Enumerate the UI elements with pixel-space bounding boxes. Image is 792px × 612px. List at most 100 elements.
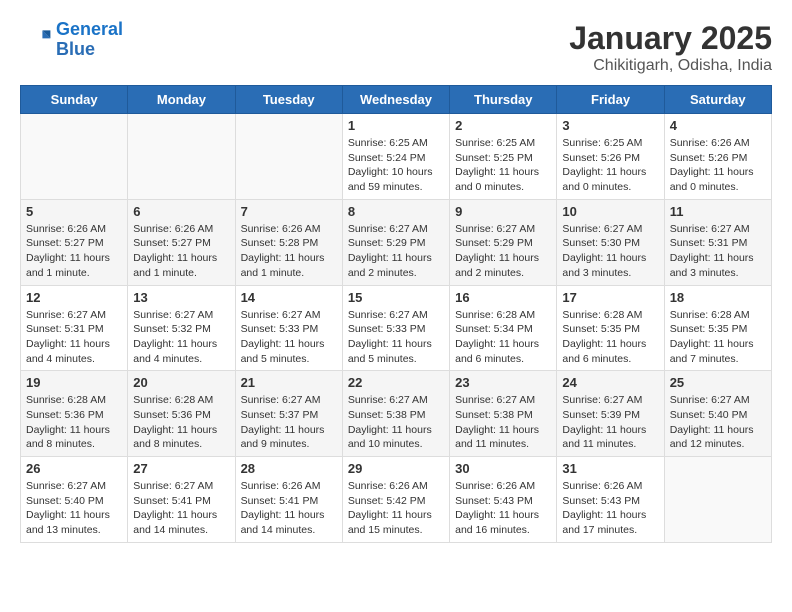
weekday-header-thursday: Thursday (450, 86, 557, 114)
day-number: 30 (455, 461, 551, 476)
week-row-1: 1 Sunrise: 6:25 AMSunset: 5:24 PMDaylight… (21, 114, 772, 200)
day-number: 13 (133, 290, 229, 305)
calendar-cell: 18 Sunrise: 6:28 AMSunset: 5:35 PMDayligh… (664, 285, 771, 371)
calendar-cell: 8Sunrise: 6:27 AMSunset: 5:29 PMDaylight… (342, 199, 449, 285)
day-number: 8 (348, 204, 444, 219)
week-row-5: 26 Sunrise: 6:27 AMSunset: 5:40 PMDayligh… (21, 457, 772, 543)
day-number: 18 (670, 290, 766, 305)
cell-info: Sunrise: 6:26 AMSunset: 5:41 PMDaylight:… (241, 479, 337, 538)
calendar-cell (21, 114, 128, 200)
calendar-cell: 15 Sunrise: 6:27 AMSunset: 5:33 PMDayligh… (342, 285, 449, 371)
calendar-cell: 29 Sunrise: 6:26 AMSunset: 5:42 PMDayligh… (342, 457, 449, 543)
day-number: 2 (455, 118, 551, 133)
calendar-cell: 5Sunrise: 6:26 AMSunset: 5:27 PMDaylight… (21, 199, 128, 285)
cell-info: Sunrise: 6:26 AMSunset: 5:27 PMDaylight:… (26, 222, 122, 281)
week-row-3: 12Sunrise: 6:27 AMSunset: 5:31 PMDayligh… (21, 285, 772, 371)
day-number: 26 (26, 461, 122, 476)
day-number: 25 (670, 375, 766, 390)
calendar-cell: 14 Sunrise: 6:27 AMSunset: 5:33 PMDayligh… (235, 285, 342, 371)
calendar-cell: 17 Sunrise: 6:28 AMSunset: 5:35 PMDayligh… (557, 285, 664, 371)
logo: General Blue (20, 20, 123, 60)
calendar-cell: 24Sunrise: 6:27 AMSunset: 5:39 PMDayligh… (557, 371, 664, 457)
day-number: 12 (26, 290, 122, 305)
day-number: 14 (241, 290, 337, 305)
weekday-header-friday: Friday (557, 86, 664, 114)
cell-info: Sunrise: 6:25 AMSunset: 5:26 PMDaylight:… (562, 136, 658, 195)
calendar-cell: 16Sunrise: 6:28 AMSunset: 5:34 PMDayligh… (450, 285, 557, 371)
weekday-header-tuesday: Tuesday (235, 86, 342, 114)
calendar-cell: 12Sunrise: 6:27 AMSunset: 5:31 PMDayligh… (21, 285, 128, 371)
calendar-cell: 19 Sunrise: 6:28 AMSunset: 5:36 PMDayligh… (21, 371, 128, 457)
page-title: January 2025 (569, 20, 772, 57)
page-subtitle: Chikitigarh, Odisha, India (569, 57, 772, 75)
calendar-cell: 2 Sunrise: 6:25 AMSunset: 5:25 PMDaylight… (450, 114, 557, 200)
calendar-cell: 6Sunrise: 6:26 AMSunset: 5:27 PMDaylight… (128, 199, 235, 285)
day-number: 1 (348, 118, 444, 133)
calendar-cell: 1 Sunrise: 6:25 AMSunset: 5:24 PMDaylight… (342, 114, 449, 200)
cell-info: Sunrise: 6:28 AMSunset: 5:34 PMDaylight:… (455, 308, 551, 367)
day-number: 6 (133, 204, 229, 219)
day-number: 23 (455, 375, 551, 390)
cell-info: Sunrise: 6:27 AMSunset: 5:40 PMDaylight:… (26, 479, 122, 538)
calendar-cell: 20Sunrise: 6:28 AMSunset: 5:36 PMDayligh… (128, 371, 235, 457)
calendar-cell: 30 Sunrise: 6:26 AMSunset: 5:43 PMDayligh… (450, 457, 557, 543)
logo-line2: Blue (56, 39, 95, 59)
cell-info: Sunrise: 6:28 AMSunset: 5:35 PMDaylight:… (562, 308, 658, 367)
day-number: 31 (562, 461, 658, 476)
week-row-4: 19 Sunrise: 6:28 AMSunset: 5:36 PMDayligh… (21, 371, 772, 457)
calendar-table: SundayMondayTuesdayWednesdayThursdayFrid… (20, 85, 772, 543)
calendar-cell: 10Sunrise: 6:27 AMSunset: 5:30 PMDayligh… (557, 199, 664, 285)
calendar-cell: 22 Sunrise: 6:27 AMSunset: 5:38 PMDayligh… (342, 371, 449, 457)
calendar-cell: 11 Sunrise: 6:27 AMSunset: 5:31 PMDayligh… (664, 199, 771, 285)
cell-info: Sunrise: 6:27 AMSunset: 5:41 PMDaylight:… (133, 479, 229, 538)
day-number: 28 (241, 461, 337, 476)
calendar-cell: 13 Sunrise: 6:27 AMSunset: 5:32 PMDayligh… (128, 285, 235, 371)
weekday-header-sunday: Sunday (21, 86, 128, 114)
logo-text: General Blue (56, 20, 123, 60)
cell-info: Sunrise: 6:26 AMSunset: 5:42 PMDaylight:… (348, 479, 444, 538)
day-number: 7 (241, 204, 337, 219)
weekday-header-monday: Monday (128, 86, 235, 114)
calendar-cell (235, 114, 342, 200)
day-number: 24 (562, 375, 658, 390)
cell-info: Sunrise: 6:28 AMSunset: 5:36 PMDaylight:… (26, 393, 122, 452)
cell-info: Sunrise: 6:27 AMSunset: 5:40 PMDaylight:… (670, 393, 766, 452)
cell-info: Sunrise: 6:27 AMSunset: 5:33 PMDaylight:… (348, 308, 444, 367)
logo-icon (20, 24, 52, 56)
cell-info: Sunrise: 6:27 AMSunset: 5:38 PMDaylight:… (348, 393, 444, 452)
cell-info: Sunrise: 6:26 AMSunset: 5:26 PMDaylight:… (670, 136, 766, 195)
day-number: 15 (348, 290, 444, 305)
day-number: 29 (348, 461, 444, 476)
calendar-cell: 9 Sunrise: 6:27 AMSunset: 5:29 PMDaylight… (450, 199, 557, 285)
calendar-cell: 26 Sunrise: 6:27 AMSunset: 5:40 PMDayligh… (21, 457, 128, 543)
cell-info: Sunrise: 6:27 AMSunset: 5:38 PMDaylight:… (455, 393, 551, 452)
cell-info: Sunrise: 6:27 AMSunset: 5:33 PMDaylight:… (241, 308, 337, 367)
cell-info: Sunrise: 6:27 AMSunset: 5:29 PMDaylight:… (455, 222, 551, 281)
calendar-cell: 21Sunrise: 6:27 AMSunset: 5:37 PMDayligh… (235, 371, 342, 457)
day-number: 11 (670, 204, 766, 219)
week-row-2: 5Sunrise: 6:26 AMSunset: 5:27 PMDaylight… (21, 199, 772, 285)
cell-info: Sunrise: 6:25 AMSunset: 5:24 PMDaylight:… (348, 136, 444, 195)
day-number: 22 (348, 375, 444, 390)
cell-info: Sunrise: 6:27 AMSunset: 5:31 PMDaylight:… (670, 222, 766, 281)
page-header: General Blue January 2025 Chikitigarh, O… (20, 20, 772, 75)
weekday-header-saturday: Saturday (664, 86, 771, 114)
cell-info: Sunrise: 6:26 AMSunset: 5:43 PMDaylight:… (455, 479, 551, 538)
day-number: 3 (562, 118, 658, 133)
calendar-cell: 7Sunrise: 6:26 AMSunset: 5:28 PMDaylight… (235, 199, 342, 285)
day-number: 27 (133, 461, 229, 476)
day-number: 17 (562, 290, 658, 305)
calendar-cell: 23 Sunrise: 6:27 AMSunset: 5:38 PMDayligh… (450, 371, 557, 457)
day-number: 19 (26, 375, 122, 390)
cell-info: Sunrise: 6:27 AMSunset: 5:32 PMDaylight:… (133, 308, 229, 367)
cell-info: Sunrise: 6:28 AMSunset: 5:35 PMDaylight:… (670, 308, 766, 367)
day-number: 9 (455, 204, 551, 219)
day-number: 21 (241, 375, 337, 390)
weekday-header-wednesday: Wednesday (342, 86, 449, 114)
calendar-cell: 3 Sunrise: 6:25 AMSunset: 5:26 PMDaylight… (557, 114, 664, 200)
calendar-cell: 31Sunrise: 6:26 AMSunset: 5:43 PMDayligh… (557, 457, 664, 543)
logo-line1: General (56, 19, 123, 39)
day-number: 10 (562, 204, 658, 219)
cell-info: Sunrise: 6:25 AMSunset: 5:25 PMDaylight:… (455, 136, 551, 195)
calendar-cell (128, 114, 235, 200)
